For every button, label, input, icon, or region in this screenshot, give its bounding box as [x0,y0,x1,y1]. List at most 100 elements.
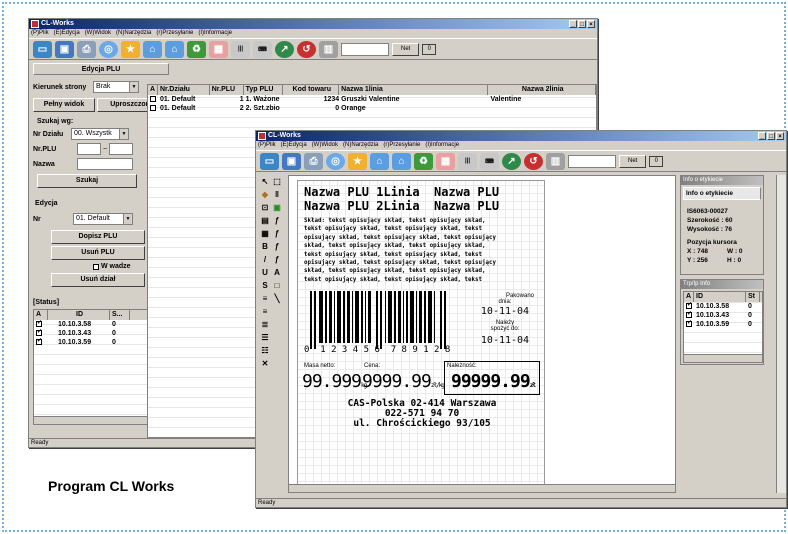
label-edit-icon[interactable]: ⌂ [165,40,184,58]
menu-edit[interactable]: (E)Edycja [54,29,80,38]
print-icon[interactable]: ⎙ [304,152,323,170]
cancel-icon[interactable]: ↺ [524,152,543,170]
scale-row[interactable]: 10.10.3.58 0 [684,302,762,311]
menu-info[interactable]: (I)Informacje [198,29,232,38]
col-name2[interactable]: Nazwa 2linia [488,85,596,95]
resize-icon[interactable]: ⊡ [260,203,270,213]
in-weigher-checkbox[interactable] [93,263,99,270]
scale-checkbox[interactable] [686,320,692,328]
col-a[interactable]: A [148,85,158,95]
keyboard-icon[interactable]: ⌨ [480,152,499,170]
delete-dept-button[interactable]: Usuń dział [51,273,145,287]
menu-tools[interactable]: (N)Narzędzia [116,29,151,38]
save-icon[interactable]: ▣ [55,40,74,58]
col-name1[interactable]: Nazwa 1linia [339,85,489,95]
status-row[interactable]: 10.10.3.58 0 [34,320,160,329]
maximize-button[interactable]: □ [767,132,775,140]
frame-icon[interactable]: ▦ [260,229,270,239]
menu-transfer[interactable]: (r)Przesyłanie [156,29,193,38]
star-icon[interactable]: ★ [121,40,140,58]
col-plu[interactable]: Nr.PLU [210,85,244,95]
maximize-button[interactable]: □ [578,20,586,28]
cancel-icon[interactable]: ↺ [297,40,316,58]
dept-select[interactable]: 00. Wszystk ▼ [71,128,129,140]
save-icon[interactable]: ▣ [282,152,301,170]
barcode-icon[interactable]: ||| [231,40,250,58]
align-center-icon[interactable]: ≡ [260,307,270,317]
align-icon[interactable]: ≡ [260,294,270,304]
scale-row[interactable]: 10.10.3.59 0 [684,320,762,329]
delete-tool-icon[interactable]: ✕ [260,359,270,369]
status-row[interactable]: 10.10.3.59 0 [34,338,160,347]
status-checkbox[interactable] [36,320,42,328]
field-text-icon[interactable]: ƒ [272,229,282,239]
col-dept[interactable]: Nr.Działu [158,85,210,95]
row-checkbox[interactable] [150,105,156,111]
plu-from-input[interactable] [77,143,101,155]
minimize-button[interactable]: _ [569,20,577,28]
recycle-icon[interactable]: ♻ [187,40,206,58]
pen-icon[interactable]: / [260,255,270,265]
menu-file[interactable]: (P)Plik [31,29,49,38]
menu-tools[interactable]: (N)Narzędzia [343,141,378,150]
open-folder-icon[interactable]: ▭ [33,40,52,58]
scale-col-id[interactable]: ID [694,292,746,302]
underline-icon[interactable]: U [260,268,270,278]
net-button[interactable]: Net [392,42,420,56]
scale-checkbox[interactable] [686,302,692,310]
barcode-icon[interactable]: ||| [458,152,477,170]
globe-icon[interactable]: ◎ [326,152,345,170]
distribute-icon[interactable]: ☷ [260,346,270,356]
col-code[interactable]: Kod towaru [283,85,340,95]
info-tab[interactable]: Info o etykiecie [683,187,761,200]
scale-col-st[interactable]: St [746,292,760,302]
status-col-s[interactable]: S... [110,310,130,320]
field-date-icon[interactable]: ƒ [272,255,282,265]
status-checkbox[interactable] [36,329,42,337]
select-icon[interactable]: ⬚ [272,177,282,187]
line-tool-icon[interactable]: ╲ [272,294,282,304]
search-button[interactable]: Szukaj [37,174,137,188]
globe-icon[interactable]: ◎ [99,40,118,58]
full-view-button[interactable]: Pełny widok [33,98,95,112]
scale-icon[interactable]: ▥ [546,152,565,170]
recycle-icon[interactable]: ♻ [414,152,433,170]
menu-transfer[interactable]: (r)Przesyłanie [383,141,420,150]
menu-edit[interactable]: (E)Edycja [281,141,307,150]
keyboard-icon[interactable]: ⌨ [253,40,272,58]
label-icon[interactable]: ⌂ [143,40,162,58]
text-tool-icon[interactable]: A [272,268,282,278]
row-checkbox[interactable] [150,96,156,102]
field-icon[interactable]: ƒ [272,216,282,226]
menu-info[interactable]: (I)Informacje [425,141,459,150]
edit-dept-select[interactable]: 01. Default ▼ [73,213,133,225]
status-col-a[interactable]: A [34,310,48,320]
label-edit-icon[interactable]: ⌂ [392,152,411,170]
net-field[interactable] [568,154,616,168]
star-icon[interactable]: ★ [348,152,367,170]
grid-tool-icon[interactable]: ▤ [260,216,270,226]
canvas-horizontal-scrollbar[interactable] [289,484,675,492]
table-row[interactable]: 01. Default 1 1. Ważone 1234 Gruszki Val… [148,95,596,104]
field-number-icon[interactable]: ƒ [272,242,282,252]
confirm-icon[interactable]: ↗ [502,152,521,170]
bold-icon[interactable]: B [260,242,270,252]
name-input[interactable] [77,158,133,170]
menu-view[interactable]: (W)Widok [312,141,338,150]
rectangle-tool-icon[interactable]: □ [272,281,282,291]
status-scrollbar[interactable] [34,416,160,424]
status-checkbox[interactable] [36,338,42,346]
delete-plu-button[interactable]: Usuń PLU [51,246,145,260]
status-row[interactable]: 10.10.3.43 0 [34,329,160,338]
scale-icon[interactable]: ▥ [319,40,338,58]
direction-select[interactable]: Brak ▼ [93,81,139,93]
strike-icon[interactable]: S [260,281,270,291]
close-button[interactable]: × [776,132,784,140]
grid-icon[interactable]: ▦ [209,40,228,58]
label-preview[interactable]: Nazwa PLU 1Linia Nazwa PLU Nazwa PLU 2Li… [297,180,545,490]
close-button[interactable]: × [587,20,595,28]
scale-checkbox[interactable] [686,311,692,319]
scale-col-a[interactable]: A [684,292,694,302]
table-row[interactable]: 01. Default 2 2. Szt.zbio 0 Orange [148,104,596,113]
scale-list-scrollbar[interactable] [684,354,762,362]
